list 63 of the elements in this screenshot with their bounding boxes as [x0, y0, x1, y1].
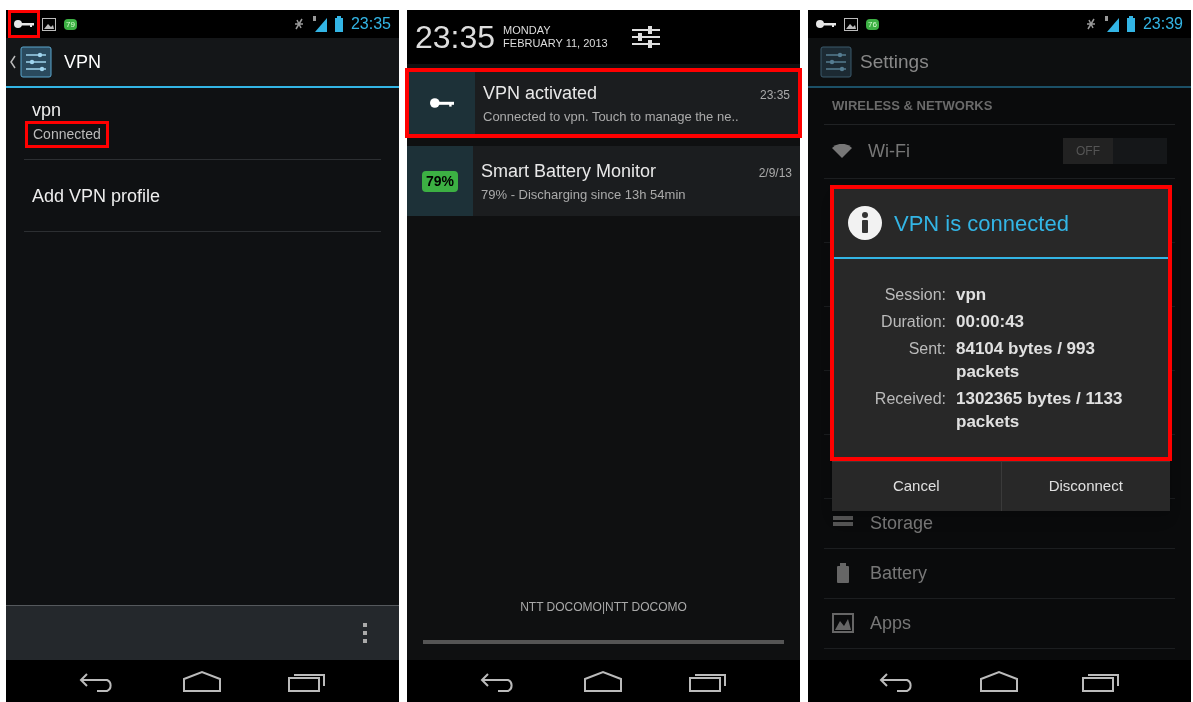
clock: 23:35 — [350, 14, 391, 34]
date: FEBRUARY 11, 2013 — [503, 37, 608, 50]
vpn-profile-item[interactable]: Add VPN profile — [24, 160, 381, 232]
clock: 23:39 — [1142, 14, 1183, 34]
image-icon — [844, 17, 858, 31]
settings-item[interactable]: Apps — [824, 598, 1175, 649]
info-value: vpn — [956, 284, 988, 306]
profile-name: vpn — [32, 99, 63, 121]
info-value: 00:00:43 — [956, 311, 1026, 333]
battery-icon — [837, 563, 849, 583]
clock: 23:35 — [415, 18, 496, 57]
item-label: Apps — [870, 611, 912, 635]
notification-time: 23:35 — [759, 86, 790, 104]
wifi-icon — [832, 144, 852, 158]
notification-text: 79% - Discharging since 13h 54min — [481, 185, 687, 204]
image-icon — [42, 17, 56, 31]
notification-text: Connected to vpn. Touch to manage the ne.. — [483, 107, 740, 126]
info-label: Session: — [883, 285, 946, 305]
profile-name: Add VPN profile — [32, 184, 162, 207]
overflow-menu-icon[interactable] — [363, 623, 367, 643]
key-icon — [14, 19, 34, 29]
info-value: 1302365 bytes / 1133 packets — [956, 388, 1124, 433]
item-label: Storage — [870, 511, 934, 535]
weekday: MONDAY — [503, 24, 552, 37]
vpn-profile-item[interactable]: vpn Connected — [24, 88, 381, 160]
signal-icon — [1104, 16, 1119, 32]
back-chevron-icon[interactable] — [10, 55, 16, 69]
screen-title: Settings — [860, 49, 929, 74]
info-label: Duration: — [880, 312, 946, 332]
info-label: Received: — [873, 389, 946, 409]
dialog-title: VPN is connected — [894, 209, 1069, 238]
quick-settings-icon[interactable] — [631, 24, 660, 50]
key-icon — [430, 97, 454, 109]
section-header: WIRELESS & NETWORKS — [824, 88, 1175, 125]
info-value: 84104 bytes / 993 packets — [956, 338, 1096, 383]
dialog-button[interactable]: Disconnect — [1000, 462, 1170, 511]
notification-title: Smart Battery Monitor — [481, 159, 657, 183]
screen-title: VPN — [64, 50, 101, 74]
home-icon[interactable] — [182, 670, 223, 692]
profile-status: Connected — [25, 121, 109, 148]
notification-item[interactable]: VPN activated 23:35 Connected to vpn. Touch to manage the ne.. — [405, 68, 802, 138]
carrier-label: NTT DOCOMO|NTT DOCOMO — [519, 599, 688, 616]
battery-badge: 79% — [422, 170, 458, 192]
item-label: Wi-Fi — [868, 139, 911, 163]
battery-icon — [1126, 16, 1135, 32]
settings-icon — [20, 46, 52, 78]
notification-time: 2/9/13 — [758, 164, 792, 182]
info-icon — [848, 206, 882, 240]
info-label: Sent: — [907, 339, 946, 359]
settings-item[interactable]: Battery — [824, 548, 1175, 599]
home-icon[interactable] — [583, 670, 624, 692]
home-icon[interactable] — [979, 670, 1020, 692]
battery-icon — [334, 16, 343, 32]
drag-handle[interactable] — [423, 640, 784, 644]
battery-badge: 76 — [866, 18, 879, 30]
notification-item[interactable]: 79% Smart Battery Monitor 2/9/13 79% - Discharging since 13h 54min — [407, 146, 800, 216]
notification-title: VPN activated — [483, 81, 598, 105]
item-label: Battery — [870, 561, 928, 585]
signal-icon — [312, 16, 327, 32]
key-icon — [816, 19, 836, 29]
battery-badge: 79 — [64, 18, 77, 30]
settings-icon — [820, 46, 852, 78]
apps-icon — [832, 613, 854, 633]
